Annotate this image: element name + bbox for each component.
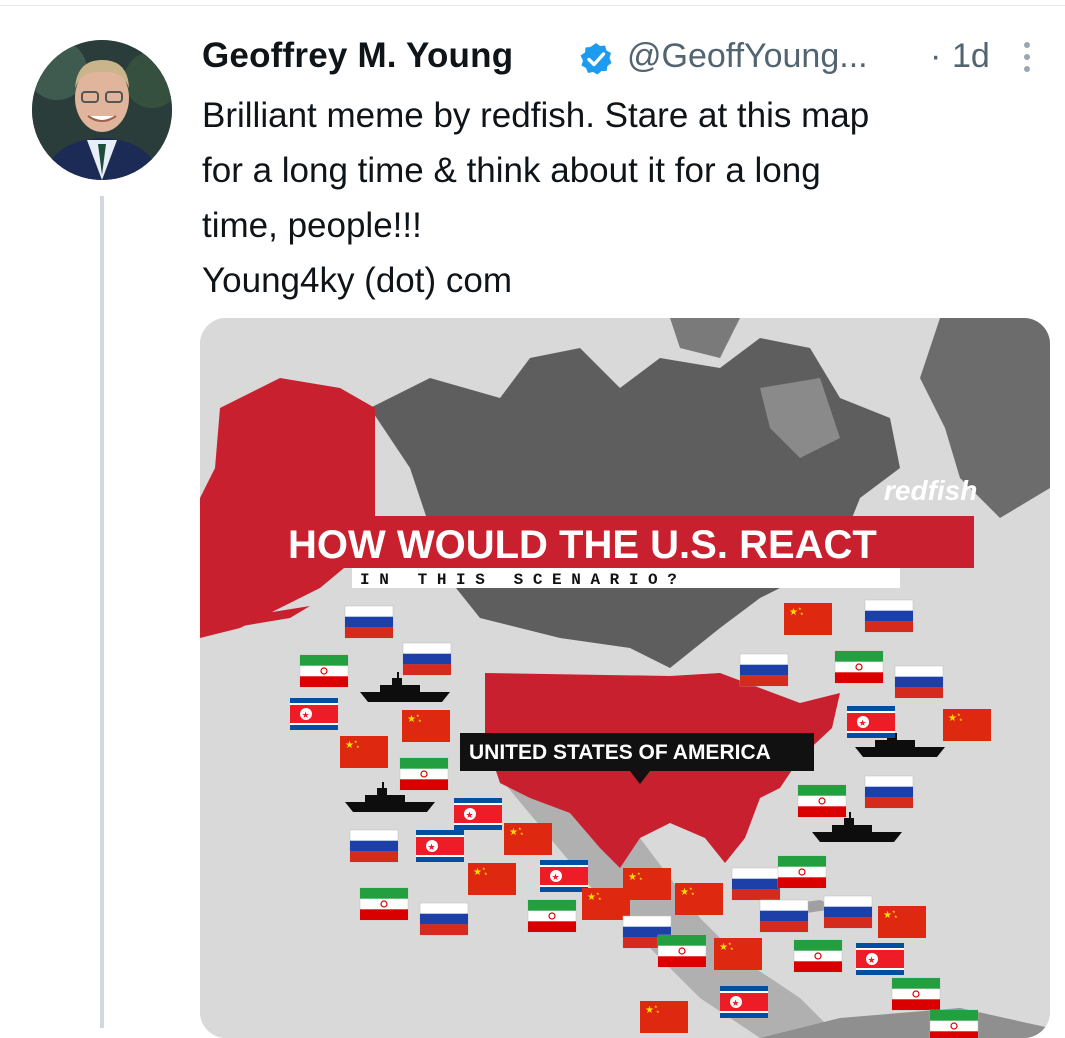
north-korea-flag-icon [454,798,502,830]
tweet-text-line[interactable]: Young4ky (dot) com [202,253,1052,308]
subheadline: I N T H I S S C E N A R I O ? [360,571,677,589]
china-flag-icon [504,823,552,855]
iran-flag-icon [834,650,884,684]
iran-flag-icon [797,784,847,818]
china-flag-icon [675,883,723,915]
more-options-icon[interactable] [1020,38,1034,78]
iran-flag-icon [929,1009,979,1038]
tweet-text-line: for a long time & think about it for a l… [202,151,821,190]
russia-flag-icon [823,895,873,929]
china-flag-icon [878,906,926,938]
china-flag-icon [582,888,630,920]
handle[interactable]: @GeoffYoung... [627,37,868,76]
top-divider [0,5,1065,6]
iran-flag-icon [657,934,707,968]
timestamp[interactable]: 1d [952,37,990,76]
thread-line [100,196,104,1028]
china-flag-icon [402,710,450,742]
iran-flag-icon [891,977,941,1011]
tweet-text: Brilliant meme by redfish. Stare at this… [202,88,1052,308]
tweet-text-line: time, people!!! [202,206,422,245]
iran-flag-icon [777,855,827,889]
separator-dot: · [930,37,942,75]
iran-flag-icon [399,757,449,791]
avatar-photo [32,40,172,180]
tweet-media-image[interactable]: ★ ★ ★ ★ [200,318,1050,1038]
russia-flag-icon [402,642,452,676]
map-image: ★ ★ ★ ★ [200,318,1050,1038]
verified-badge-icon [580,43,612,75]
russia-flag-icon [894,665,944,699]
russia-flag-icon [739,653,789,687]
north-korea-flag-icon [720,986,768,1018]
russia-flag-icon [419,902,469,936]
china-flag-icon [943,709,991,741]
north-korea-flag-icon [290,698,338,730]
china-flag-icon [714,938,762,970]
china-flag-icon [640,1001,688,1033]
country-label: UNITED STATES OF AMERICA [469,741,771,764]
iran-flag-icon [359,887,409,921]
russia-flag-icon [731,867,781,901]
iran-flag-icon [299,654,349,688]
iran-flag-icon [527,899,577,933]
north-korea-flag-icon [540,860,588,892]
north-korea-flag-icon [847,706,895,738]
headline: HOW WOULD THE U.S. REACT [288,523,877,567]
russia-flag-icon [864,599,914,633]
display-name[interactable]: Geoffrey M. Young [202,36,513,76]
avatar[interactable] [32,40,172,180]
russia-flag-icon [349,829,399,863]
tweet-text-line: Brilliant meme by redfish. Stare at this… [202,96,870,135]
china-flag-icon [340,736,388,768]
redfish-logo: redfish [884,475,977,506]
north-korea-flag-icon [856,943,904,975]
china-flag-icon [468,863,516,895]
north-korea-flag-icon [416,830,464,862]
russia-flag-icon [759,899,809,933]
tweet-header: Geoffrey M. Young @GeoffYoung... · 1d [202,34,1052,82]
china-flag-icon [623,868,671,900]
china-flag-icon [784,603,832,635]
iran-flag-icon [793,939,843,973]
russia-flag-icon [864,775,914,809]
russia-flag-icon [344,605,394,639]
